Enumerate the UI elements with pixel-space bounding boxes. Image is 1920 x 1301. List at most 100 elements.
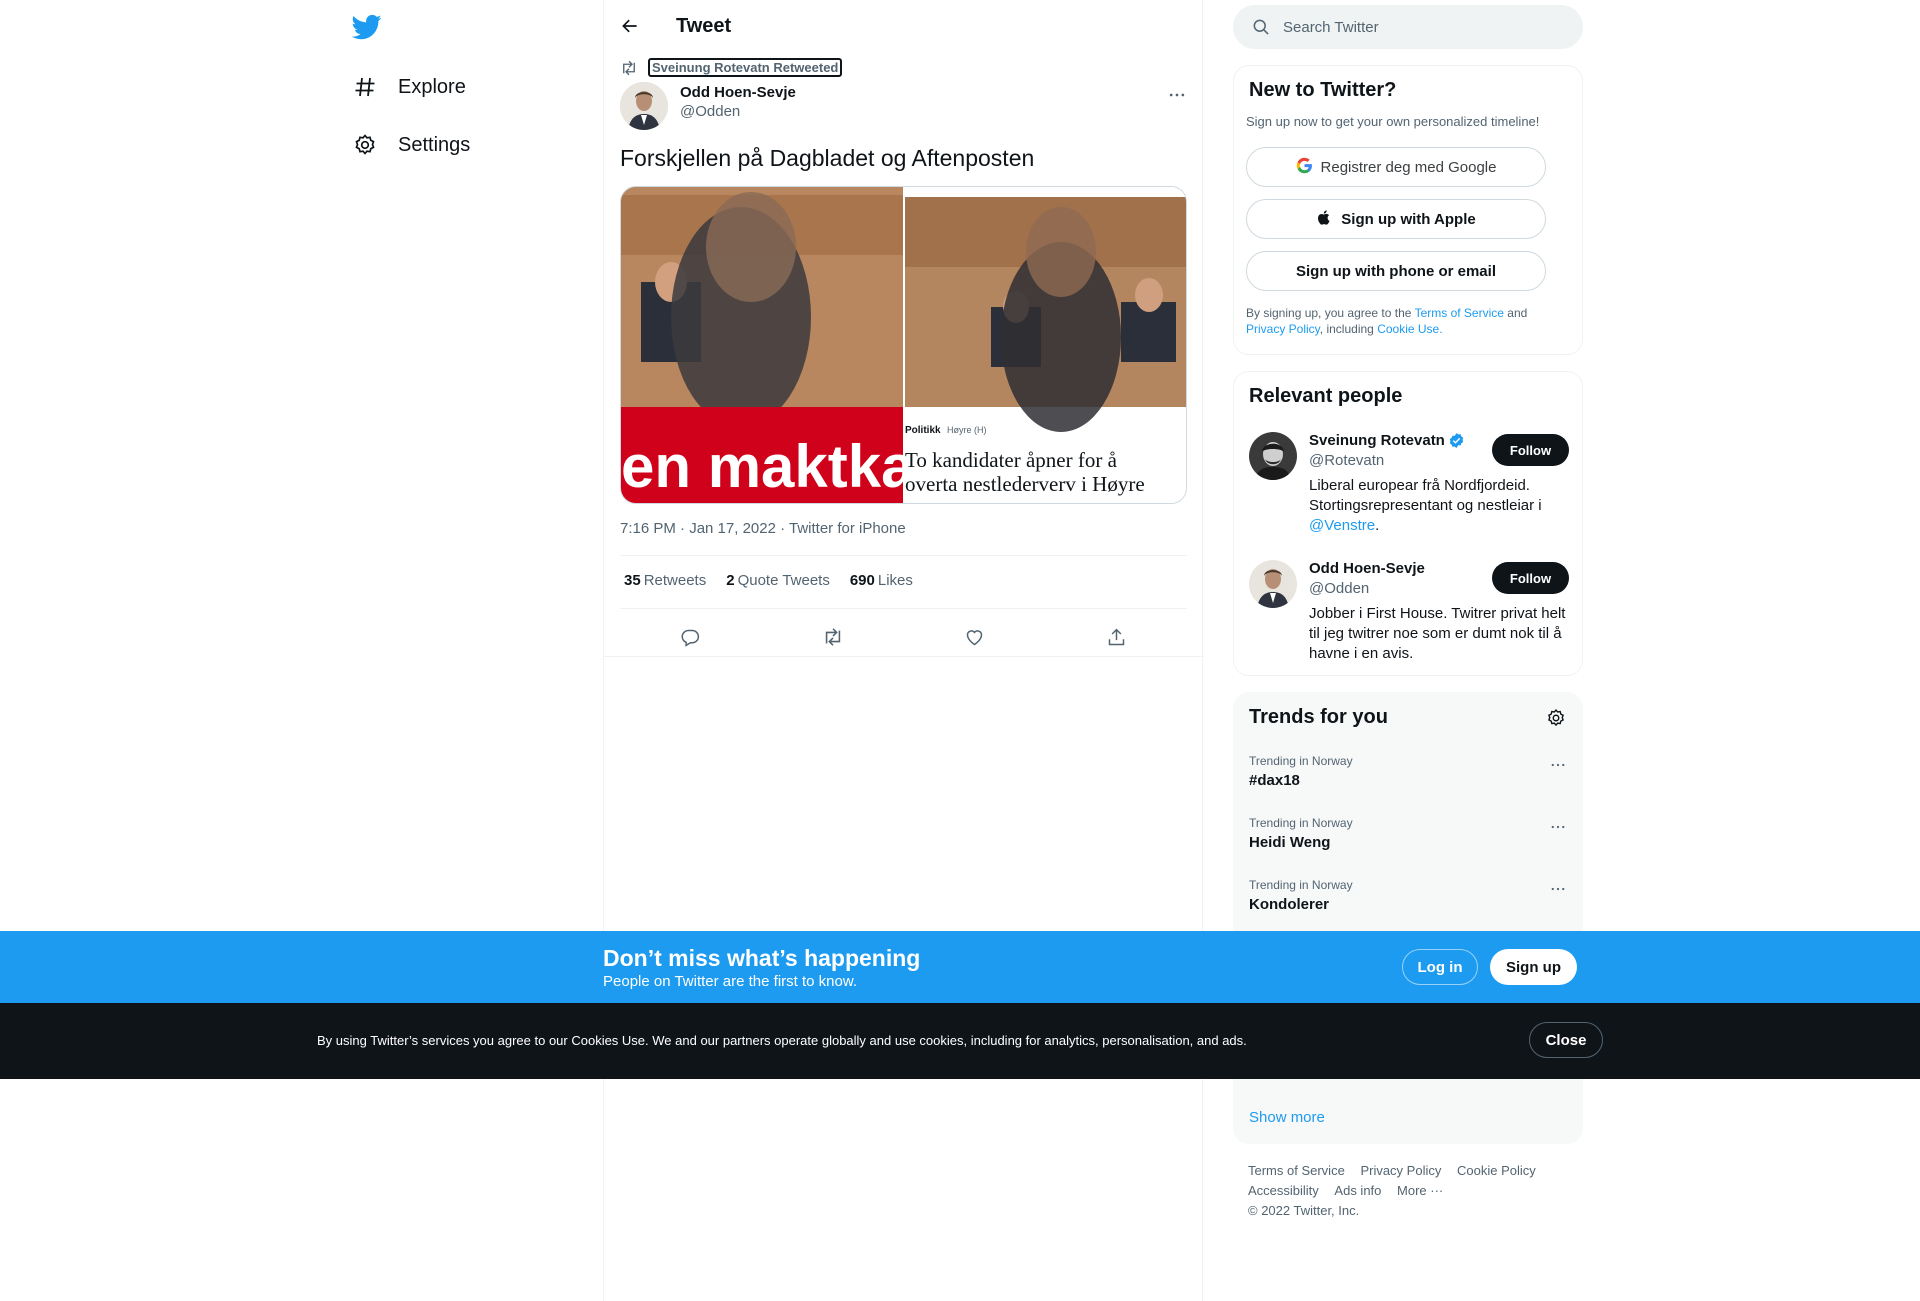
signup-bar-title: Don’t miss what’s happening (603, 945, 921, 971)
trend-name: #dax18 (1249, 772, 1300, 789)
follow-button[interactable]: Follow (1492, 562, 1569, 594)
tweet-stats: 35 Retweets 2 Quote Tweets 690 Likes (624, 572, 933, 589)
relevant-people-title: Relevant people (1249, 385, 1403, 407)
retweeted-by-link[interactable]: Sveinung Rotevatn Retweeted (648, 58, 843, 77)
new-to-twitter-card: New to Twitter? Sign up now to get your … (1233, 65, 1583, 355)
terms-and: and (1507, 306, 1528, 320)
author-handle[interactable]: @Odden (680, 103, 796, 120)
media-right-kicker: Politikk (905, 425, 941, 436)
google-signup-button[interactable]: Registrer deg med Google (1246, 147, 1546, 187)
cookie-close-button[interactable]: Close (1529, 1022, 1603, 1058)
terms-including: , including (1319, 322, 1374, 336)
retweet-action-icon[interactable] (816, 620, 850, 654)
signup-prompt-bar: Don’t miss what’s happening People on Tw… (0, 931, 1920, 1003)
gear-icon (352, 132, 378, 158)
like-heart-icon[interactable] (957, 620, 991, 654)
apple-signup-label: Sign up with Apple (1341, 210, 1476, 228)
trend-item[interactable]: Trending in Norway Heidi Weng (1249, 816, 1569, 851)
person-name[interactable]: Sveinung Rotevatn (1309, 432, 1465, 449)
likes-count: 690 (849, 572, 875, 589)
retweet-context: Sveinung Rotevatn Retweeted (620, 58, 843, 77)
likes-stat[interactable]: 690 Likes (850, 572, 913, 589)
twitter-logo-icon[interactable] (351, 12, 382, 42)
divider (620, 608, 1187, 609)
phone-email-signup-button[interactable]: Sign up with phone or email (1246, 251, 1546, 291)
search-input[interactable] (1283, 18, 1563, 36)
tweet-timestamp[interactable]: 7:16 PM · Jan 17, 2022 · Twitter for iPh… (620, 520, 906, 537)
privacy-policy-link[interactable]: Privacy Policy (1246, 322, 1320, 336)
phone-email-signup-label: Sign up with phone or email (1295, 262, 1496, 280)
apple-icon (1316, 209, 1333, 230)
quote-tweets-count: 2 (726, 572, 735, 589)
media-right-headline-2: overta nestlederverv i Høyre (905, 472, 1145, 496)
footer-link[interactable]: More ··· (1397, 1181, 1443, 1201)
reply-icon[interactable] (674, 620, 708, 654)
apple-signup-button[interactable]: Sign up with Apple (1246, 199, 1546, 239)
trend-name: Heidi Weng (1249, 834, 1331, 851)
quote-tweets-stat[interactable]: 2 Quote Tweets (726, 572, 830, 589)
tweet-author[interactable]: Odd Hoen-Sevje @Odden (620, 82, 796, 130)
person-name[interactable]: Odd Hoen-Sevje (1309, 560, 1425, 577)
divider (604, 656, 1204, 657)
footer-link[interactable]: Ads info (1334, 1181, 1381, 1201)
author-name[interactable]: Odd Hoen-Sevje (680, 84, 796, 101)
footer-links: Terms of Service Privacy Policy Cookie P… (1248, 1161, 1578, 1221)
trend-context: Trending in Norway (1249, 878, 1353, 892)
share-icon[interactable] (1099, 620, 1133, 654)
person-bio: Jobber i First House. Twitrer privat hel… (1309, 605, 1566, 662)
page-title: Tweet (676, 15, 732, 37)
back-arrow-icon[interactable] (616, 12, 644, 40)
nav-settings-label: Settings (398, 133, 471, 156)
trends-settings-gear-icon[interactable] (1546, 708, 1568, 730)
more-options-icon[interactable] (1166, 84, 1188, 106)
trend-name: Kondolerer (1249, 896, 1330, 913)
trend-more-icon[interactable] (1547, 878, 1569, 900)
trend-item[interactable]: Trending in Norway Kondolerer (1249, 878, 1569, 913)
retweets-stat[interactable]: 35 Retweets (624, 572, 706, 589)
tweet-actions (620, 620, 1187, 654)
media-right-tag: Høyre (H) (947, 425, 987, 435)
new-to-twitter-title: New to Twitter? (1249, 79, 1397, 101)
tweet-media-image: en maktka Politikk Høyre (H) To kandidat… (621, 187, 1186, 503)
person-avatar[interactable] (1249, 432, 1297, 480)
footer-link[interactable]: Terms of Service (1248, 1161, 1345, 1181)
likes-label: Likes (877, 572, 913, 589)
retweets-label: Retweets (643, 572, 707, 589)
trends-title: Trends for you (1249, 706, 1388, 728)
copyright: © 2022 Twitter, Inc. (1248, 1203, 1360, 1218)
trend-more-icon[interactable] (1547, 816, 1569, 838)
trend-item[interactable]: Trending in Norway #dax18 (1249, 754, 1569, 789)
venstre-mention-link[interactable]: @Venstre (1309, 517, 1375, 534)
cookie-use-link[interactable]: Cookie Use. (1377, 322, 1442, 336)
cookie-banner-text: By using Twitter’s services you agree to… (317, 1033, 1247, 1048)
trend-more-icon[interactable] (1547, 754, 1569, 776)
hashtag-icon (352, 74, 378, 100)
signup-terms: By signing up, you agree to the Terms of… (1246, 305, 1566, 337)
signup-button[interactable]: Sign up (1490, 949, 1577, 985)
quote-tweets-label: Quote Tweets (737, 572, 830, 589)
signup-bar-subtitle: People on Twitter are the first to know. (603, 973, 858, 990)
terms-prefix: By signing up, you agree to the (1246, 306, 1412, 320)
nav-settings[interactable]: Settings (352, 125, 470, 165)
person-handle[interactable]: @Rotevatn (1309, 452, 1384, 469)
nav-explore[interactable]: Explore (352, 67, 466, 107)
person-handle[interactable]: @Odden (1309, 580, 1369, 597)
divider (620, 555, 1187, 556)
trend-context: Trending in Norway (1249, 754, 1353, 768)
show-more-link[interactable]: Show more (1249, 1109, 1325, 1126)
tweet-media[interactable]: en maktka Politikk Høyre (H) To kandidat… (620, 186, 1187, 504)
login-button[interactable]: Log in (1402, 949, 1478, 985)
nav-explore-label: Explore (398, 75, 466, 98)
follow-button[interactable]: Follow (1492, 434, 1569, 466)
media-right-headline-1: To kandidater åpner for å (905, 448, 1118, 472)
footer-link[interactable]: Privacy Policy (1360, 1161, 1441, 1181)
google-icon (1296, 157, 1313, 178)
footer-link[interactable]: Accessibility (1248, 1181, 1319, 1201)
terms-of-service-link[interactable]: Terms of Service (1415, 306, 1504, 320)
author-avatar[interactable] (620, 82, 668, 130)
media-left-banner: en maktka (621, 433, 915, 500)
person-avatar[interactable] (1249, 560, 1297, 608)
footer-link[interactable]: Cookie Policy (1457, 1161, 1536, 1181)
person-bio-text: Liberal europear frå Nordfjordeid. Stort… (1309, 477, 1542, 514)
search-bar[interactable] (1233, 5, 1583, 49)
